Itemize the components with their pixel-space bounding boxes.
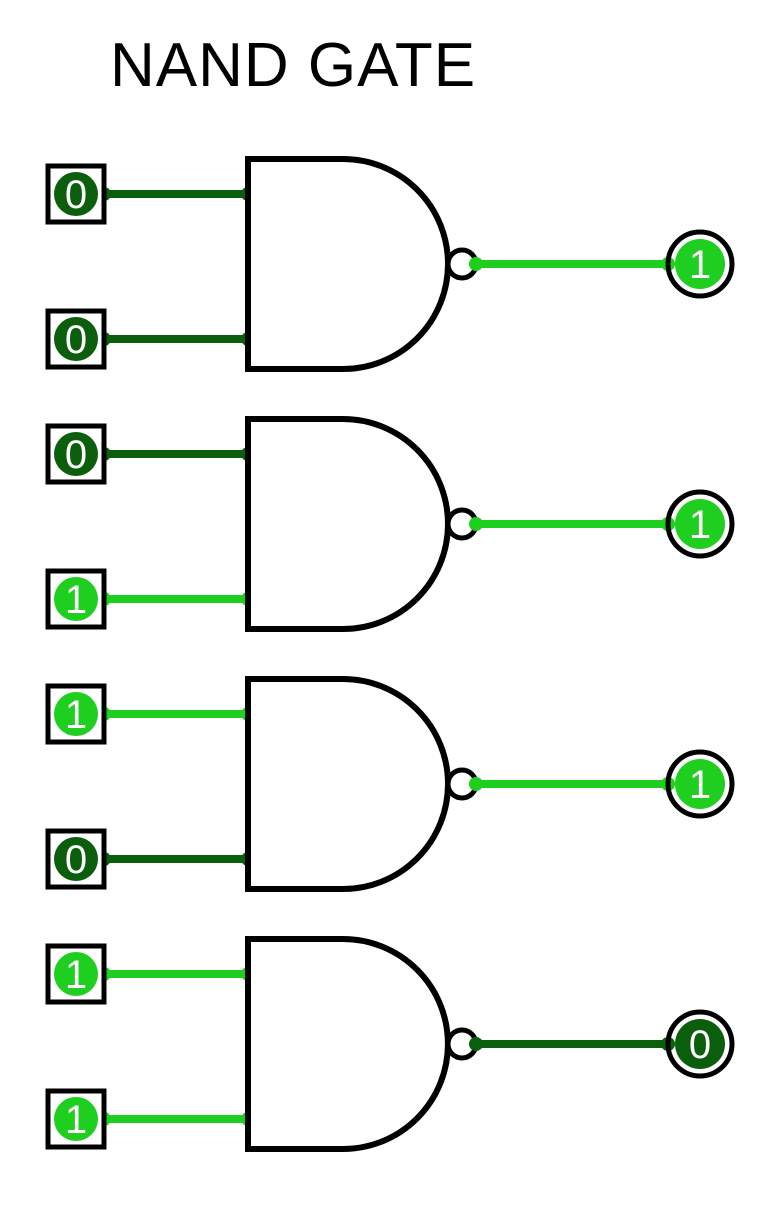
page-title: NAND GATE (110, 30, 768, 101)
gate-row-2-input-a-value: 1 (65, 693, 87, 737)
gate-row-0-body (248, 159, 448, 369)
gate-row-0-output-value: 1 (689, 243, 711, 287)
gate-row-1-body (248, 419, 448, 629)
gate-row-2-output-value: 1 (689, 763, 711, 807)
gate-row-3-output-value: 0 (689, 1023, 711, 1067)
gate-row-3-input-a-value: 1 (65, 953, 87, 997)
gate-row-3-body (248, 939, 448, 1149)
gate-row-1-node-out-src (469, 517, 483, 531)
nand-truth-table-diagram: 0 0 1 0 1 1 1 0 1 1 1 0 (0, 131, 768, 1211)
gate-row-1-input-a-value: 0 (65, 433, 87, 477)
gate-row-0-input-b-value: 0 (65, 318, 87, 362)
gate-row-0-input-a-value: 0 (65, 173, 87, 217)
gate-row-2-input-b-value: 0 (65, 838, 87, 882)
gate-row-1-input-b-value: 1 (65, 578, 87, 622)
gate-row-3-input-b-value: 1 (65, 1098, 87, 1142)
gate-row-3-node-out-src (469, 1037, 483, 1051)
gate-row-1-output-value: 1 (689, 503, 711, 547)
gate-row-2-body (248, 679, 448, 889)
gate-row-0-node-out-src (469, 257, 483, 271)
gate-row-2-node-out-src (469, 777, 483, 791)
